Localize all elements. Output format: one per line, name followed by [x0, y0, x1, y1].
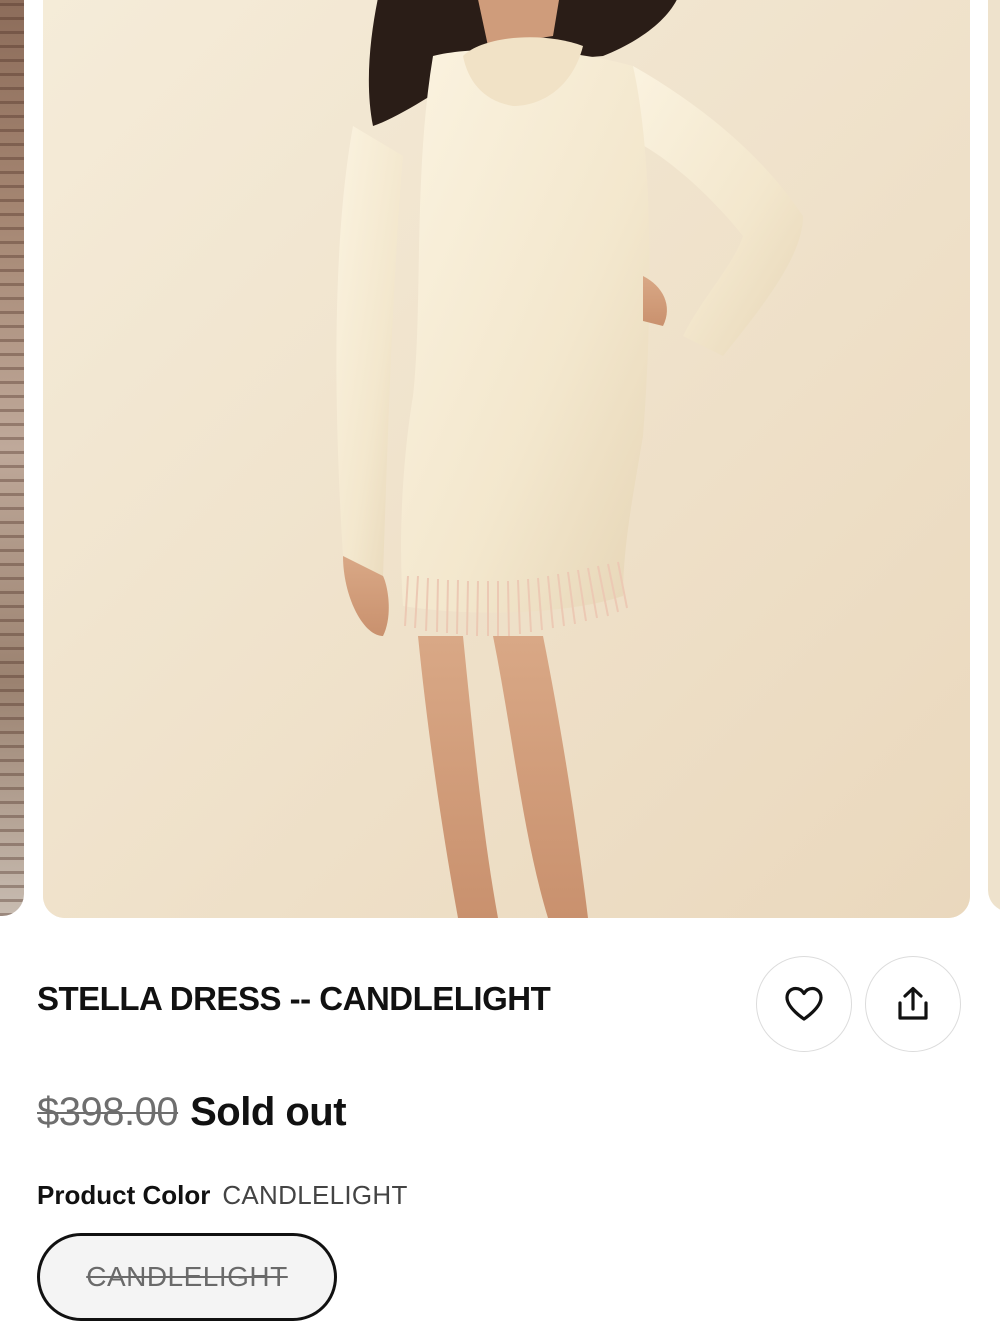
swatch-label: CANDLELIGHT — [86, 1261, 288, 1292]
color-value: CANDLELIGHT — [222, 1180, 408, 1210]
dress-photo — [43, 0, 970, 918]
sold-out-label: Sold out — [190, 1090, 347, 1134]
product-image[interactable] — [43, 0, 970, 918]
image-carousel[interactable] — [0, 0, 1000, 920]
previous-image[interactable] — [0, 0, 24, 916]
original-price: $398.00 — [37, 1090, 179, 1134]
share-icon — [898, 986, 928, 1020]
next-image[interactable] — [988, 0, 1000, 912]
share-button[interactable] — [865, 956, 961, 1052]
product-page: STELLA DRESS -- CANDLELIGHT $398.00 Sold… — [0, 0, 1000, 1333]
price-row: $398.00 Sold out — [37, 1090, 347, 1135]
product-title: STELLA DRESS -- CANDLELIGHT — [37, 980, 551, 1017]
color-label: Product Color — [37, 1180, 211, 1210]
product-color-row: Product Color CANDLELIGHT — [37, 1180, 408, 1211]
color-swatch-candlelight[interactable]: CANDLELIGHT — [37, 1233, 337, 1321]
heart-icon — [785, 986, 823, 1021]
wishlist-button[interactable] — [756, 956, 852, 1052]
